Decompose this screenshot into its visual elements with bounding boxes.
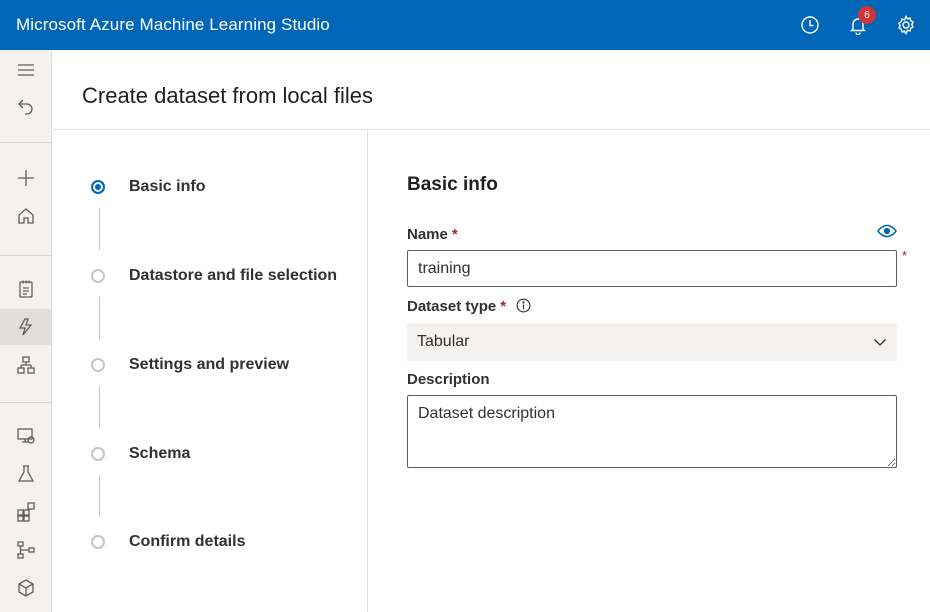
pipeline-icon bbox=[17, 541, 35, 559]
top-bar-actions: 6 bbox=[786, 0, 930, 50]
notebook-icon bbox=[19, 280, 33, 298]
step-label: Confirm details bbox=[129, 533, 246, 550]
step-schema[interactable]: Schema bbox=[91, 443, 190, 465]
page-title: Create dataset from local files bbox=[82, 83, 374, 108]
notification-badge: 6 bbox=[858, 6, 876, 24]
rail-separator bbox=[0, 255, 52, 256]
dataset-type-label: Dataset type * bbox=[407, 298, 531, 315]
dataset-type-selected: Tabular bbox=[417, 333, 470, 350]
menu-button[interactable] bbox=[0, 52, 52, 88]
clock-icon bbox=[801, 16, 819, 34]
designer-button[interactable] bbox=[0, 347, 52, 383]
top-bar: Microsoft Azure Machine Learning Studio … bbox=[0, 0, 930, 50]
eye-icon[interactable] bbox=[877, 224, 897, 238]
step-indicator bbox=[91, 358, 105, 372]
left-navigation-rail bbox=[0, 50, 52, 612]
settings-button[interactable] bbox=[882, 0, 930, 50]
step-indicator bbox=[91, 535, 105, 549]
grid-icon bbox=[17, 502, 35, 522]
step-confirm-details[interactable]: Confirm details bbox=[91, 531, 245, 553]
description-label: Description bbox=[407, 371, 490, 388]
cube-icon bbox=[18, 579, 34, 597]
page-header: Create dataset from local files bbox=[53, 50, 930, 130]
app-title[interactable]: Microsoft Azure Machine Learning Studio bbox=[16, 15, 330, 35]
required-mark: * bbox=[500, 298, 507, 315]
step-datastore-and-file-selection[interactable]: Datastore and file selection bbox=[91, 265, 337, 287]
back-icon bbox=[18, 99, 33, 115]
step-label: Schema bbox=[129, 445, 191, 462]
step-connector bbox=[99, 297, 100, 339]
rail-separator bbox=[0, 402, 52, 403]
name-label: Name * bbox=[407, 226, 458, 243]
recent-button[interactable] bbox=[786, 0, 834, 50]
flask-icon bbox=[17, 465, 35, 482]
chevron-down-icon bbox=[874, 339, 886, 346]
section-title: Basic info bbox=[407, 174, 498, 195]
rail-separator bbox=[0, 142, 52, 143]
home-icon bbox=[18, 208, 34, 224]
name-input[interactable] bbox=[407, 250, 897, 287]
step-indicator bbox=[91, 447, 105, 461]
menu-icon bbox=[18, 64, 34, 76]
step-basic-info[interactable]: Basic info bbox=[91, 176, 205, 198]
notifications-button[interactable]: 6 bbox=[834, 0, 882, 50]
step-settings-and-preview[interactable]: Settings and preview bbox=[91, 354, 289, 376]
step-connector bbox=[99, 475, 100, 517]
step-indicator-active bbox=[91, 180, 105, 194]
wizard-steps: Basic info Datastore and file selection … bbox=[53, 130, 368, 612]
gear-icon bbox=[898, 15, 914, 35]
plus-icon bbox=[18, 170, 34, 186]
models-button[interactable] bbox=[0, 494, 52, 530]
step-label: Settings and preview bbox=[129, 356, 290, 373]
lightning-icon bbox=[18, 318, 33, 336]
required-mark: * bbox=[902, 248, 908, 263]
description-textarea[interactable] bbox=[407, 395, 897, 468]
step-label: Datastore and file selection bbox=[129, 267, 338, 284]
home-button[interactable] bbox=[0, 198, 52, 234]
pipelines-button[interactable] bbox=[0, 532, 52, 568]
endpoints-button[interactable] bbox=[0, 570, 52, 606]
monitor-icon bbox=[17, 428, 35, 444]
back-button[interactable] bbox=[0, 88, 52, 124]
hierarchy-icon bbox=[17, 356, 35, 374]
step-connector bbox=[99, 386, 100, 428]
automated-ml-button[interactable] bbox=[0, 309, 52, 345]
experiments-button[interactable] bbox=[0, 456, 52, 492]
step-label: Basic info bbox=[129, 178, 206, 195]
info-icon[interactable] bbox=[516, 298, 531, 313]
create-new-button[interactable] bbox=[0, 160, 52, 196]
dataset-type-dropdown[interactable]: Tabular bbox=[407, 323, 897, 361]
datasets-button[interactable] bbox=[0, 418, 52, 454]
required-mark: * bbox=[451, 226, 458, 243]
step-connector bbox=[99, 208, 100, 250]
notebooks-button[interactable] bbox=[0, 271, 52, 307]
step-indicator bbox=[91, 269, 105, 283]
